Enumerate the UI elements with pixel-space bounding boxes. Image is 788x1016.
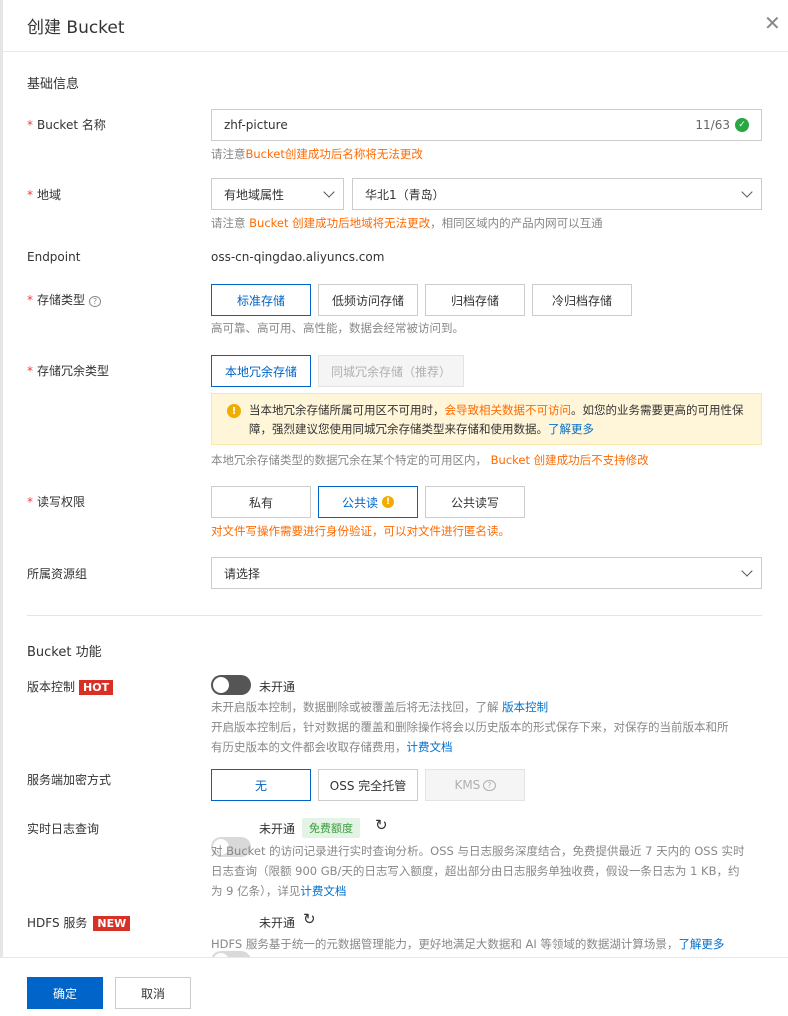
resource-group-select[interactable]: 请选择 <box>211 557 762 589</box>
region-label: * 地域 <box>27 188 62 202</box>
redundancy-notice: ! 当本地冗余存储所属可用区不可用时，会导致相关数据不可访问。如您的业务需要更高… <box>211 393 762 445</box>
bucket-name-label: * Bucket 名称 <box>27 118 106 132</box>
region-type-select[interactable]: 有地域属性 <box>211 178 344 210</box>
storage-archive-button[interactable]: 归档存储 <box>425 284 525 316</box>
billing-doc-link[interactable]: 计费文档 <box>300 884 346 898</box>
char-count: 11/63 <box>695 118 730 132</box>
versioning-label: 版本控制 HOT <box>27 678 114 695</box>
help-icon[interactable]: ? <box>88 296 102 307</box>
redundancy-label: * 存储冗余类型 <box>27 364 110 378</box>
realtime-log-help: 对 Bucket 的访问记录进行实时查询分析。OSS 与日志服务深度结合，免费提… <box>211 844 745 898</box>
storage-cold-archive-button[interactable]: 冷归档存储 <box>532 284 632 316</box>
acl-help: 对文件写操作需要进行身份验证，可以对文件进行匿名读。 <box>211 524 510 538</box>
acl-public-read-button[interactable]: 公共读! <box>318 486 418 518</box>
refresh-icon[interactable]: ↻ <box>303 910 316 928</box>
check-icon: ✓ <box>735 118 749 132</box>
endpoint-value: oss-cn-qingdao.aliyuncs.com <box>211 250 385 264</box>
dialog-title: 创建 Bucket <box>27 18 125 38</box>
endpoint-label: Endpoint <box>27 250 81 264</box>
warning-icon: ! <box>382 496 394 508</box>
region-select[interactable]: 华北1（青岛） <box>352 178 762 210</box>
confirm-button[interactable]: 确定 <box>27 977 103 1009</box>
encryption-oss-button[interactable]: OSS 完全托管 <box>318 769 418 801</box>
region-help: 请注意 Bucket 创建成功后地域将无法更改，相同区域内的产品内网可以互通 <box>211 216 603 230</box>
resource-group-placeholder: 请选择 <box>224 566 261 581</box>
encryption-none-button[interactable]: 无 <box>211 769 311 801</box>
new-badge: NEW <box>93 916 131 931</box>
learn-more-link[interactable]: 了解更多 <box>548 422 594 436</box>
storage-standard-button[interactable]: 标准存储 <box>211 284 311 316</box>
dialog-header: 创建 Bucket ✕ <box>0 0 788 52</box>
refresh-icon[interactable]: ↻ <box>375 816 388 834</box>
learn-more-link[interactable]: 了解更多 <box>678 937 724 951</box>
storage-type-help: 高可靠、高可用、高性能，数据会经常被访问到。 <box>211 321 464 335</box>
bucket-name-help: 请注意Bucket创建成功后名称将无法更改 <box>211 147 423 161</box>
chevron-down-icon <box>323 186 335 198</box>
section-title-basic: 基础信息 <box>27 77 80 92</box>
region-value: 华北1（青岛） <box>365 187 445 202</box>
billing-doc-link[interactable]: 计费文档 <box>407 740 453 754</box>
realtime-log-label: 实时日志查询 <box>27 822 100 836</box>
hdfs-help: HDFS 服务基于统一的元数据管理能力，更好地满足大数据和 AI 等领域的数据湖… <box>211 937 725 951</box>
acl-private-button[interactable]: 私有 <box>211 486 311 518</box>
section-divider <box>27 615 762 616</box>
encryption-kms-button[interactable]: KMS? <box>425 769 525 801</box>
warning-icon: ! <box>227 404 241 418</box>
realtime-log-status: 未开通 <box>259 822 296 836</box>
hdfs-status: 未开通 <box>259 916 296 930</box>
region-type-value: 有地域属性 <box>224 187 285 202</box>
bucket-name-value: zhf-picture <box>224 118 288 132</box>
dialog-body: 基础信息 * Bucket 名称 zhf-picture 11/63 ✓ 请注意B… <box>0 53 788 957</box>
redundancy-help: 本地冗余存储类型的数据冗余在某个特定的可用区内， Bucket 创建成功后不支持… <box>211 453 649 467</box>
redundancy-zrs-button[interactable]: 同城冗余存储（推荐） <box>318 355 464 387</box>
hot-badge: HOT <box>79 680 114 695</box>
versioning-toggle[interactable] <box>211 675 251 695</box>
section-title-features: Bucket 功能 <box>27 645 102 660</box>
storage-type-label: * 存储类型 ? <box>27 291 102 308</box>
toggle-knob <box>213 677 229 693</box>
acl-public-read-write-button[interactable]: 公共读写 <box>425 486 525 518</box>
help-icon: ? <box>483 779 496 791</box>
close-icon[interactable]: ✕ <box>764 13 781 33</box>
chevron-down-icon <box>741 565 753 577</box>
free-quota-tag: 免费额度 <box>302 818 360 838</box>
versioning-link[interactable]: 版本控制 <box>502 700 548 714</box>
hdfs-label: HDFS 服务 NEW <box>27 914 131 931</box>
storage-ia-button[interactable]: 低频访问存储 <box>318 284 418 316</box>
dialog-footer: 确定 取消 <box>0 957 788 1016</box>
notice-text: 当本地冗余存储所属可用区不可用时，会导致相关数据不可访问。如您的业务需要更高的可… <box>249 403 744 436</box>
redundancy-lrs-button[interactable]: 本地冗余存储 <box>211 355 311 387</box>
versioning-help: 未开启版本控制，数据删除或被覆盖后将无法找回，了解 版本控制 开启版本控制后，针… <box>211 700 729 754</box>
resource-group-label: 所属资源组 <box>27 567 88 581</box>
cancel-button[interactable]: 取消 <box>115 977 191 1009</box>
acl-label: * 读写权限 <box>27 495 86 509</box>
bucket-name-input[interactable]: zhf-picture 11/63 ✓ <box>211 109 762 141</box>
chevron-down-icon <box>741 186 753 198</box>
encryption-label: 服务端加密方式 <box>27 773 112 787</box>
versioning-status: 未开通 <box>259 680 296 694</box>
